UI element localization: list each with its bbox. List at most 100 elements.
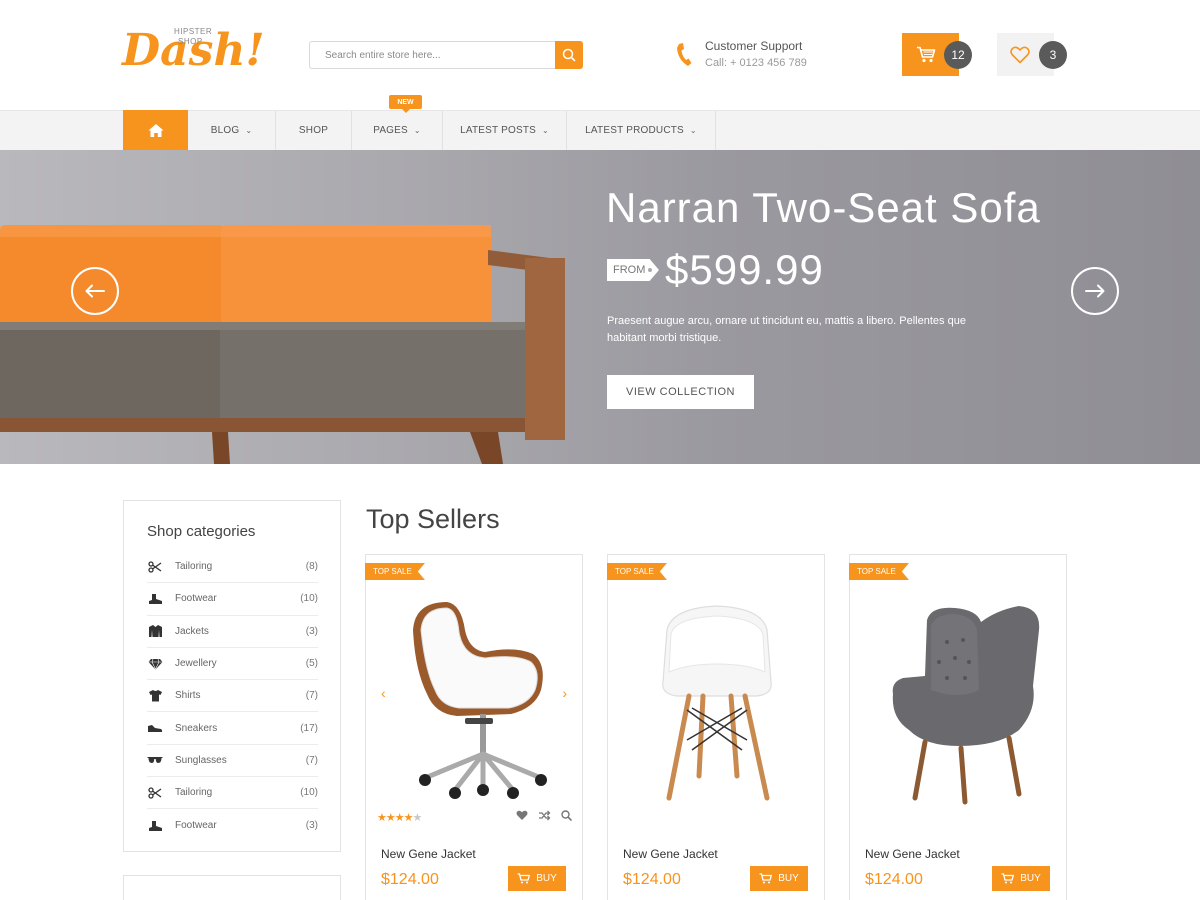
nav-item-label: SHOP (298, 125, 329, 136)
product-name[interactable]: New Gene Jacket (623, 847, 718, 861)
chevron-down-icon: ⌄ (542, 126, 549, 135)
product-image[interactable] (860, 585, 1058, 815)
product-price: $124.00 (623, 871, 681, 888)
phone-icon (677, 43, 692, 66)
boot-icon (147, 819, 163, 833)
card-actions (516, 810, 572, 821)
category-count: (5) (305, 658, 318, 670)
boot-icon (147, 592, 163, 606)
category-count: (3) (305, 820, 318, 832)
nav-item-latest-products[interactable]: LATEST PRODUCTS ⌄ (567, 111, 716, 150)
cart-icon (1001, 873, 1015, 884)
product-card[interactable]: TOP SALE New Gene Jacket $124.00 BUY (849, 554, 1067, 900)
product-image[interactable] (618, 585, 816, 815)
category-item-sneakers[interactable]: Sneakers (17) (147, 712, 318, 745)
search-box (309, 41, 583, 69)
arrow-left-icon (85, 284, 105, 298)
main-nav: BLOG ⌄ SHOP PAGES ⌄ NEW LATEST POSTS ⌄ LATE… (0, 95, 1200, 151)
chevron-down-icon: ⌄ (413, 126, 421, 135)
nav-item-pages[interactable]: PAGES ⌄ (352, 111, 443, 150)
buy-label: BUY (536, 873, 557, 884)
search-icon (562, 48, 576, 62)
category-label: Shirts (175, 690, 201, 702)
arrow-right-icon (1085, 284, 1105, 298)
top-sale-ribbon: TOP SALE (365, 563, 425, 580)
star-icon: ★ (385, 812, 396, 824)
buy-button[interactable]: BUY (750, 866, 808, 891)
product-name[interactable]: New Gene Jacket (381, 847, 476, 861)
category-count: (7) (305, 754, 318, 766)
support-title: Customer Support (705, 39, 803, 53)
category-label: Jackets (175, 625, 209, 637)
shop-categories-panel: Shop categories Tailoring (8) Footwear (… (123, 500, 341, 852)
nav-item-latest-posts[interactable]: LATEST POSTS ⌄ (443, 111, 567, 150)
image-next-arrow[interactable]: › (562, 685, 567, 701)
product-card[interactable]: TOP SALE New Gene Jacket $124.00 BUY (607, 554, 825, 900)
office-chair-image (413, 602, 547, 799)
nav-item-blog[interactable]: BLOG ⌄ (188, 111, 276, 150)
page: Dash! HIPSTER SHOP Customer Support Call… (0, 0, 1200, 900)
scissors-icon (147, 560, 163, 574)
slider-next-button[interactable] (1071, 267, 1119, 315)
nav-home[interactable] (123, 110, 188, 151)
image-prev-arrow[interactable]: ‹ (381, 685, 386, 701)
diamond-icon (147, 657, 163, 671)
category-item-jackets[interactable]: Jackets (3) (147, 616, 318, 648)
wishlist-count-badge: 3 (1039, 41, 1067, 69)
category-list: Tailoring (8) Footwear (10) Jackets (3) … (147, 551, 318, 842)
category-item-footwear[interactable]: Footwear (10) (147, 583, 318, 616)
sneaker-icon (147, 721, 163, 735)
logo-tagline-line-2: SHOP (178, 37, 203, 46)
chevron-down-icon: ⌄ (689, 126, 697, 135)
buy-button[interactable]: BUY (508, 866, 566, 891)
top-sale-ribbon: TOP SALE (607, 563, 667, 580)
category-count: (3) (305, 625, 318, 637)
product-price: $124.00 (865, 871, 923, 888)
cart-icon (517, 873, 531, 884)
category-count: (10) (300, 787, 318, 799)
product-image[interactable] (376, 585, 574, 815)
category-label: Sneakers (175, 722, 218, 734)
category-label: Jewellery (175, 658, 217, 670)
category-label: Tailoring (175, 787, 213, 799)
chevron-down-icon: ⌄ (245, 126, 253, 135)
category-label: Tailoring (175, 561, 213, 573)
category-item-shirts[interactable]: Shirts (7) (147, 680, 318, 713)
sunglasses-icon (147, 753, 163, 767)
shirt-icon (147, 689, 163, 703)
category-item-tailoring[interactable]: Tailoring (8) (147, 551, 318, 584)
category-label: Footwear (175, 593, 217, 605)
slider-prev-button[interactable] (71, 267, 119, 315)
product-card[interactable]: TOP SALE ‹ › ★★★★★ New Gene Jacket $124.… (365, 554, 583, 900)
heart-icon[interactable] (516, 810, 528, 821)
header: Dash! HIPSTER SHOP Customer Support Call… (0, 0, 1200, 110)
hero-price: $599.99 (665, 246, 824, 293)
logo-tagline: HIPSTER SHOP (174, 27, 212, 47)
section-title: Top Sellers (366, 504, 500, 534)
product-name[interactable]: New Gene Jacket (865, 847, 960, 861)
nav-item-label: PAGES (373, 125, 408, 136)
cart-icon (917, 46, 936, 63)
compare-icon[interactable] (538, 810, 551, 821)
search-input[interactable] (310, 42, 556, 68)
zoom-icon[interactable] (561, 810, 572, 821)
category-item-footwear[interactable]: Footwear (3) (147, 809, 318, 841)
buy-label: BUY (778, 873, 799, 884)
category-item-sunglasses[interactable]: Sunglasses (7) (147, 745, 318, 778)
nav-item-label: LATEST POSTS (460, 125, 537, 136)
search-button[interactable] (555, 41, 583, 69)
customer-support: Customer Support Call: + 0123 456 789 (676, 38, 836, 74)
category-item-tailoring[interactable]: Tailoring (10) (147, 777, 318, 810)
wingback-chair-image (892, 606, 1040, 805)
category-count: (10) (300, 593, 318, 605)
logo[interactable]: Dash! HIPSTER SHOP (122, 26, 265, 82)
view-collection-button[interactable]: VIEW COLLECTION (607, 375, 754, 409)
nav-item-shop[interactable]: SHOP (276, 111, 352, 150)
category-item-jewellery[interactable]: Jewellery (5) (147, 648, 318, 681)
buy-button[interactable]: BUY (992, 866, 1050, 891)
cart-count-badge: 12 (944, 41, 972, 69)
top-sale-ribbon: TOP SALE (849, 563, 909, 580)
product-price: $124.00 (381, 871, 439, 888)
nav-item-label: LATEST PRODUCTS (585, 125, 684, 136)
category-count: (8) (305, 561, 318, 573)
